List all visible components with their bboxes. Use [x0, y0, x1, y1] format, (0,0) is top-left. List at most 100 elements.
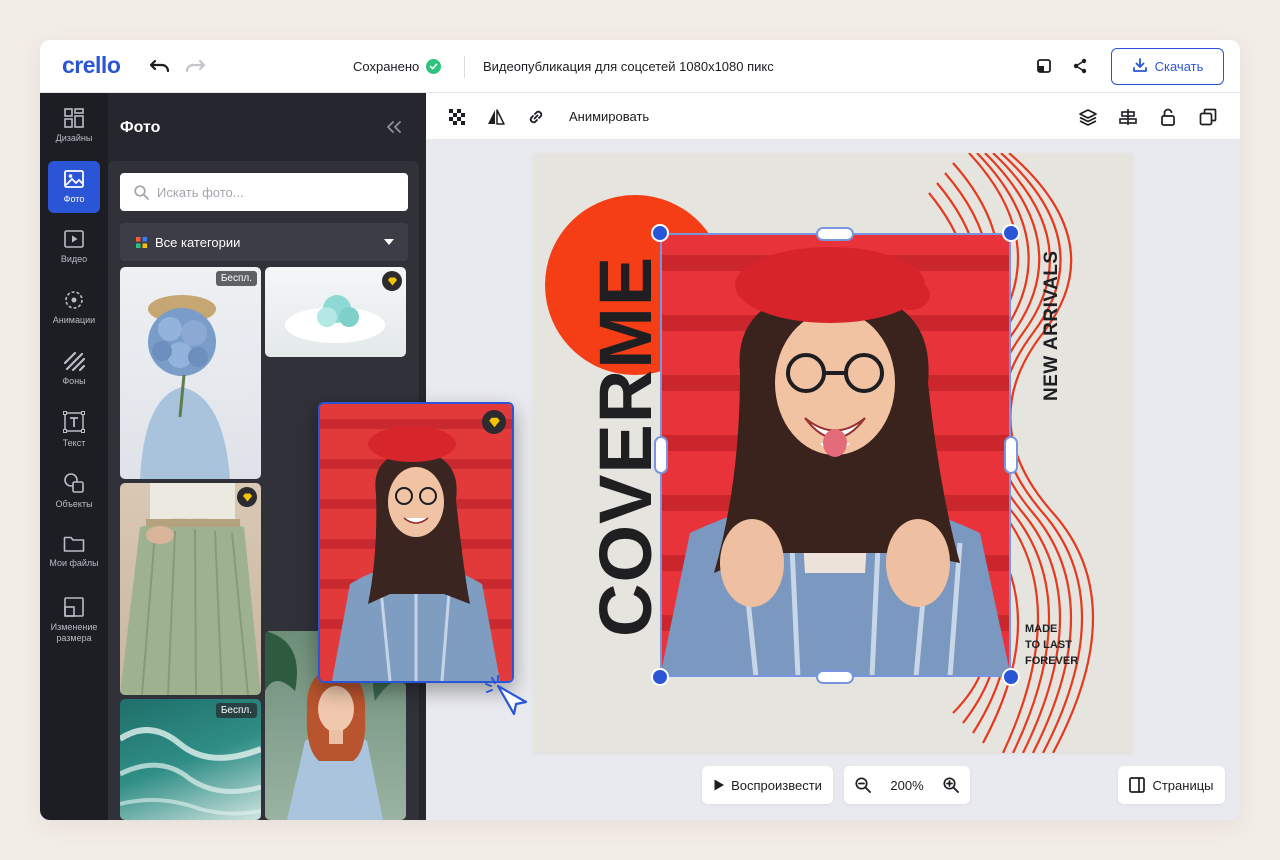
zoom-value: 200%	[890, 777, 924, 793]
photo-tile[interactable]: Беспл.	[120, 699, 261, 820]
shapes-icon	[64, 473, 84, 493]
share-icon[interactable]	[1068, 54, 1092, 78]
save-status-label: Сохранено	[353, 59, 420, 74]
play-icon	[64, 230, 84, 248]
premium-gem-icon	[382, 271, 402, 291]
rail-label: Мои файлы	[49, 558, 99, 568]
photo-search[interactable]	[120, 173, 408, 211]
rail-item-my-files[interactable]: Мои файлы	[48, 526, 100, 578]
folder-icon	[63, 536, 85, 552]
resize-icon[interactable]	[1032, 54, 1056, 78]
dragged-photo-card[interactable]	[318, 402, 514, 683]
resize-handle-left[interactable]	[654, 436, 668, 474]
background-icon	[63, 351, 85, 371]
rail-label: Объекты	[55, 499, 93, 509]
crello-logo[interactable]: crello	[62, 52, 121, 79]
redo-icon[interactable]	[183, 54, 207, 78]
zoom-control: 200%	[844, 766, 970, 804]
rail-label: Видео	[60, 254, 88, 264]
collapse-panel-icon[interactable]	[382, 117, 406, 137]
undo-icon[interactable]	[148, 54, 172, 78]
rail-label: Дизайны	[55, 133, 93, 143]
resize-handle-top[interactable]	[816, 227, 854, 241]
dragged-photo-image	[320, 404, 512, 681]
animate-button[interactable]: Анимировать	[569, 109, 649, 124]
editor-window: crello Сохранено Видеопубликация для соц…	[40, 40, 1240, 820]
category-select[interactable]: Все категории	[120, 223, 408, 261]
download-label: Скачать	[1154, 59, 1204, 74]
pages-label: Страницы	[1152, 777, 1214, 793]
resize-handle-bottom[interactable]	[816, 670, 854, 684]
align-icon[interactable]	[1117, 106, 1139, 128]
tagline-line: TO LAST	[1025, 639, 1072, 651]
tagline-text[interactable]: MADE TO LAST FOREVER	[1025, 621, 1078, 669]
flip-icon[interactable]	[485, 106, 507, 128]
free-badge: Беспл.	[215, 703, 257, 718]
rail-item-designs[interactable]: Дизайны	[48, 100, 100, 152]
animation-icon	[65, 291, 83, 309]
side-text[interactable]: NEW ARRIVALS	[1041, 250, 1063, 401]
search-input[interactable]	[157, 184, 397, 200]
design-canvas[interactable]: COVERME NEW ARRIVALS MADE TO LAST FOREVE…	[533, 153, 1133, 753]
rail-item-resize[interactable]: Изменение размера	[48, 587, 100, 653]
zoom-in-icon[interactable]	[932, 766, 970, 804]
rail-label: Фото	[63, 194, 85, 204]
image-icon	[64, 170, 84, 188]
photo-tile-image	[140, 295, 230, 479]
rail-item-video[interactable]: Видео	[48, 221, 100, 273]
pages-icon	[1129, 777, 1146, 793]
play-button[interactable]: Воспроизвести	[702, 766, 833, 804]
download-icon	[1132, 57, 1148, 76]
rail-item-photo[interactable]: Фото	[48, 161, 100, 213]
link-icon[interactable]	[525, 106, 547, 128]
photo-tile[interactable]	[265, 267, 406, 357]
rail-label: Изменение размера	[50, 621, 98, 643]
canvas-toolbar: Анимировать	[426, 93, 1240, 140]
rail-item-text[interactable]: Текст	[48, 404, 100, 456]
rail-label: Текст	[62, 438, 86, 448]
document-title[interactable]: Видеопубликация для соцсетей 1080x1080 п…	[483, 59, 774, 74]
layers-icon[interactable]	[1077, 106, 1099, 128]
photo-panel: Фото Все категории	[108, 93, 514, 820]
resize-handle-top-right[interactable]	[1002, 224, 1020, 242]
selection-frame	[660, 233, 1011, 677]
premium-gem-icon	[482, 410, 506, 434]
photo-tile[interactable]: Беспл.	[120, 267, 261, 479]
chevron-down-icon	[384, 239, 394, 245]
rail-item-animations[interactable]: Анимации	[48, 282, 100, 334]
resize-handle-bottom-left[interactable]	[651, 668, 669, 686]
categories-icon	[136, 236, 147, 248]
rail-item-backgrounds[interactable]: Фоны	[48, 343, 100, 395]
saved-check-icon	[426, 59, 442, 74]
header-divider	[464, 56, 465, 78]
tagline-line: FOREVER	[1025, 655, 1079, 667]
resize-icon	[64, 596, 84, 617]
resize-handle-bottom-right[interactable]	[1002, 668, 1020, 686]
play-icon	[714, 779, 725, 791]
rail-label: Фоны	[62, 376, 86, 386]
duplicate-icon[interactable]	[1197, 106, 1219, 128]
premium-gem-icon	[237, 487, 257, 507]
play-label: Воспроизвести	[731, 777, 822, 793]
photo-tile-image	[120, 483, 261, 695]
resize-handle-top-left[interactable]	[651, 224, 669, 242]
rail-item-objects[interactable]: Объекты	[48, 465, 100, 517]
free-badge: Беспл.	[215, 271, 257, 286]
unlock-icon[interactable]	[1157, 106, 1179, 128]
pages-button[interactable]: Страницы	[1118, 766, 1225, 804]
tagline-line: MADE	[1025, 623, 1058, 635]
zoom-out-icon[interactable]	[844, 766, 882, 804]
drag-cursor-icon	[485, 675, 528, 716]
download-button[interactable]: Скачать	[1111, 48, 1224, 85]
trash-icon[interactable]	[1237, 106, 1240, 128]
search-icon	[134, 184, 149, 200]
grid-icon	[64, 108, 84, 128]
category-label: Все категории	[155, 234, 241, 250]
left-rail: Дизайны Фото Видео Анимации Фоны Текст О…	[40, 93, 108, 820]
resize-handle-right[interactable]	[1004, 436, 1018, 474]
headline-text[interactable]: COVERME	[584, 256, 667, 637]
photo-tile[interactable]	[120, 483, 261, 695]
rail-label: Анимации	[52, 315, 96, 325]
transparency-icon[interactable]	[446, 106, 468, 128]
text-icon	[63, 411, 85, 433]
